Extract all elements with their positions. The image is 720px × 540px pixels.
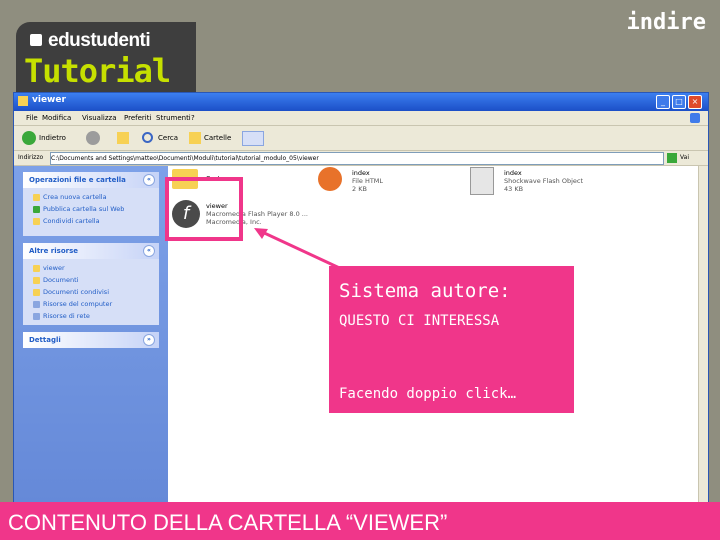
toolbar: Indietro Cerca Cartelle xyxy=(14,126,708,151)
menu-view[interactable]: Visualizza xyxy=(82,114,116,122)
address-bar: Indirizzo C:\Documents and Settings\matt… xyxy=(14,151,708,166)
file-name: index xyxy=(352,169,370,177)
shockwave-icon xyxy=(470,167,494,195)
menu-edit[interactable]: Modifica xyxy=(42,114,71,122)
new-folder-icon xyxy=(33,193,40,201)
brand-mark-icon xyxy=(30,34,42,46)
file-size: 2 KB xyxy=(352,185,367,193)
windows-logo-icon xyxy=(690,113,700,123)
up-folder-icon[interactable] xyxy=(117,132,129,144)
window-title: viewer xyxy=(32,95,66,105)
details-title: Dettagli xyxy=(29,336,61,344)
other-places-header[interactable]: Altre risorse « xyxy=(23,243,159,259)
views-icon[interactable] xyxy=(242,131,264,146)
collapse-chevron-icon[interactable]: « xyxy=(143,245,155,257)
back-arrow-icon[interactable] xyxy=(22,131,36,145)
file-type: Shockwave Flash Object xyxy=(504,177,584,185)
other-places-title: Altre risorse xyxy=(29,247,78,255)
address-label: Indirizzo xyxy=(18,154,44,161)
forward-arrow-icon[interactable] xyxy=(86,131,100,145)
place-shared-documents[interactable]: Documenti condivisi xyxy=(33,288,109,296)
documents-icon xyxy=(33,276,40,284)
file-type: File HTML xyxy=(352,177,384,185)
close-button[interactable]: × xyxy=(688,95,702,109)
other-places-panel: Altre risorse « viewer Documenti Document… xyxy=(23,243,159,325)
scrollbar[interactable] xyxy=(698,166,708,502)
place-documents[interactable]: Documenti xyxy=(33,276,78,284)
file-tasks-header[interactable]: Operazioni file e cartella « xyxy=(23,172,159,188)
menu-tools[interactable]: Strumenti xyxy=(156,114,191,122)
go-arrow-icon[interactable] xyxy=(667,153,677,163)
menu-file[interactable]: File xyxy=(26,114,38,122)
callout-subheading: QUESTO CI INTERESSA xyxy=(339,313,500,329)
publish-web-icon xyxy=(33,205,40,213)
place-viewer[interactable]: viewer xyxy=(33,264,65,272)
tutorial-badge: edustudenti Tutorial xyxy=(16,22,196,92)
file-size: 43 KB xyxy=(504,185,524,193)
folder-icon xyxy=(33,264,40,272)
callout-heading: Sistema autore: xyxy=(339,280,511,302)
file-tasks-title: Operazioni file e cartella xyxy=(29,176,126,184)
tasks-pane: Operazioni file e cartella « Crea nuova c… xyxy=(14,166,168,503)
highlight-box xyxy=(165,177,243,241)
maximize-button[interactable]: □ xyxy=(672,95,686,109)
task-publish-web[interactable]: Pubblica cartella sul Web xyxy=(33,205,124,213)
task-share-folder[interactable]: Condividi cartella xyxy=(33,217,100,225)
menu-bar: File Modifica Visualizza Preferiti Strum… xyxy=(14,111,708,126)
task-new-folder[interactable]: Crea nuova cartella xyxy=(33,193,107,201)
brand-name: edustudenti xyxy=(48,30,151,51)
details-header[interactable]: Dettagli » xyxy=(23,332,159,348)
file-tasks-panel: Operazioni file e cartella « Crea nuova c… xyxy=(23,172,159,236)
tutorial-title: Tutorial xyxy=(24,52,171,90)
place-my-computer[interactable]: Risorse del computer xyxy=(33,300,112,308)
minimize-button[interactable]: _ xyxy=(656,95,670,109)
indire-logo: indire xyxy=(626,10,706,35)
go-button[interactable]: Vai xyxy=(680,154,689,161)
callout-box: Sistema autore: QUESTO CI INTERESSA Face… xyxy=(329,266,574,413)
share-folder-icon xyxy=(33,217,40,225)
folders-icon[interactable] xyxy=(189,132,201,144)
footer-text: CONTENUTO DELLA CARTELLA “VIEWER” xyxy=(8,510,448,535)
menu-help[interactable]: ? xyxy=(191,114,195,122)
title-bar: viewer _ □ × xyxy=(14,93,708,111)
shared-documents-icon xyxy=(33,288,40,296)
collapse-chevron-icon[interactable]: « xyxy=(143,174,155,186)
details-panel: Dettagli » xyxy=(23,332,159,348)
back-button[interactable]: Indietro xyxy=(39,134,66,142)
folder-icon xyxy=(18,96,28,106)
computer-icon xyxy=(33,300,40,308)
menu-favorites[interactable]: Preferiti xyxy=(124,114,151,122)
search-button[interactable]: Cerca xyxy=(158,134,178,142)
firefox-icon xyxy=(318,167,342,191)
search-icon[interactable] xyxy=(142,132,153,143)
callout-caption: Facendo doppio click… xyxy=(339,386,517,402)
folders-button[interactable]: Cartelle xyxy=(204,134,231,142)
network-icon xyxy=(33,312,40,320)
file-name: index xyxy=(504,169,522,177)
footer-banner: CONTENUTO DELLA CARTELLA “VIEWER” xyxy=(0,502,720,540)
expand-chevron-icon[interactable]: » xyxy=(143,334,155,346)
place-network[interactable]: Risorse di rete xyxy=(33,312,90,320)
address-field[interactable]: C:\Documents and Settings\matteo\Documen… xyxy=(50,152,664,165)
